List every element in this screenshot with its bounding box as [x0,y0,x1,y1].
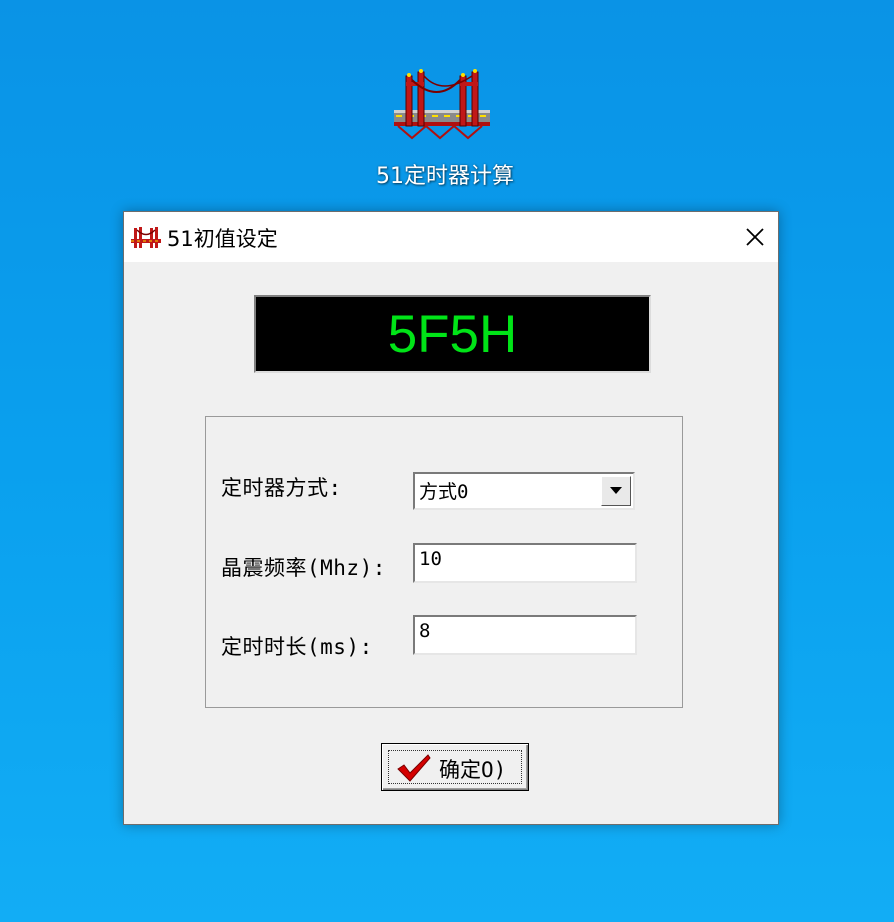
crystal-frequency-label: 晶震频率(Mhz): [221,556,386,580]
close-button[interactable] [732,212,778,262]
chevron-down-icon [610,487,622,494]
crystal-frequency-input[interactable]: 10 [413,543,637,583]
bridge-icon [394,69,490,140]
dropdown-button[interactable] [601,476,631,506]
window-title: 51初值设定 [167,227,278,251]
timer-mode-label: 定时器方式: [221,476,342,500]
timer-mode-value: 方式0 [419,481,469,503]
desktop-shortcut-51-timer[interactable]: 51定时器计算 [360,60,530,195]
timer-duration-input[interactable]: 8 [413,615,637,655]
desktop-icon-label: 51定时器计算 [376,164,514,189]
title-bar[interactable]: 51初值设定 [124,212,778,262]
bridge-icon [131,227,161,248]
timer-duration-label: 定时时长(ms): [221,635,373,659]
timer-mode-select[interactable]: 方式0 [413,472,635,510]
settings-group: 定时器方式: 方式0 晶震频率(Mhz): 10 定时时长(ms): 8 [205,416,683,708]
dialog-window: 51初值设定 5F5H 定时器方式: 方式0 晶震频率(Mhz): 10 定时时… [123,211,779,825]
checkmark-icon [397,754,431,782]
ok-button[interactable]: 确定O) [381,743,529,791]
timer-duration-value: 8 [419,620,431,642]
crystal-frequency-value: 10 [419,548,442,570]
result-display: 5F5H [254,295,651,373]
ok-button-label: 确定O) [439,758,507,782]
close-icon [746,228,764,246]
